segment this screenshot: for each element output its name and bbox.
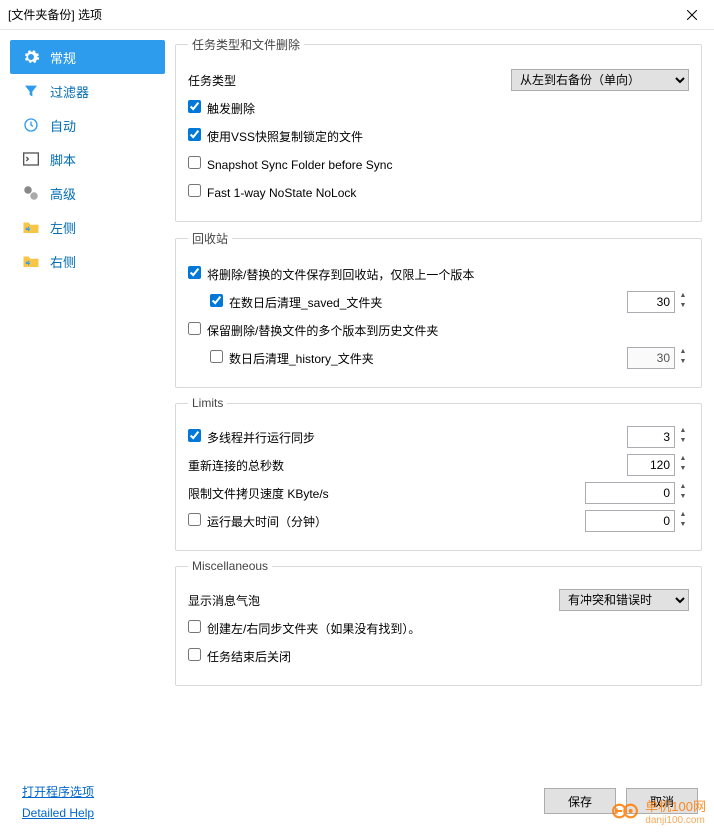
nav-label: 高级 [50, 184, 76, 203]
section-legend: Miscellaneous [188, 559, 272, 573]
close-icon [687, 10, 697, 20]
link-program-options[interactable]: 打开程序选项 [22, 783, 94, 800]
input-maxtime[interactable] [585, 510, 675, 532]
cb-fast1way[interactable]: Fast 1-way NoState NoLock [188, 184, 356, 200]
spin-up[interactable]: ▲ [677, 483, 689, 493]
nav-filter[interactable]: 过滤器 [10, 74, 165, 108]
cb-keep-history[interactable]: 保留删除/替换文件的多个版本到历史文件夹 [188, 322, 438, 339]
section-legend: 回收站 [188, 230, 232, 247]
nav-advanced[interactable]: 高级 [10, 176, 165, 210]
titlebar: [文件夹备份] 选项 [0, 0, 714, 30]
spin-up[interactable]: ▲ [677, 292, 689, 302]
input-threads[interactable] [627, 426, 675, 448]
spin-down[interactable]: ▼ [677, 302, 689, 312]
cb-clean-history[interactable]: 数日后清理_history_文件夹 [210, 350, 627, 367]
spin-up[interactable]: ▲ [677, 427, 689, 437]
section-task: 任务类型和文件删除 任务类型 从左到右备份（单向） 触发删除 使用VSS快照复制… [175, 36, 702, 222]
input-history-days [627, 347, 675, 369]
clock-icon [22, 116, 40, 134]
cb-threads[interactable]: 多线程并行运行同步 [188, 429, 627, 446]
nav-auto[interactable]: 自动 [10, 108, 165, 142]
section-legend: 任务类型和文件删除 [188, 36, 304, 53]
spin-down[interactable]: ▼ [677, 493, 689, 503]
spin-down[interactable]: ▼ [677, 521, 689, 531]
content-pane: 任务类型和文件删除 任务类型 从左到右备份（单向） 触发删除 使用VSS快照复制… [165, 36, 704, 780]
cb-snapshot[interactable]: Snapshot Sync Folder before Sync [188, 156, 392, 172]
save-button[interactable]: 保存 [544, 788, 616, 814]
spin-down[interactable]: ▼ [677, 465, 689, 475]
input-saved-days[interactable] [627, 291, 675, 313]
nav-label: 常规 [50, 48, 76, 67]
sidebar: 常规 过滤器 自动 脚本 高级 左侧 右侧 [0, 36, 165, 780]
gear-icon [22, 48, 40, 66]
cancel-button[interactable]: 取消 [626, 788, 698, 814]
cb-create-folders[interactable]: 创建左/右同步文件夹（如果没有找到）。 [188, 620, 420, 637]
spin-up[interactable]: ▲ [677, 455, 689, 465]
spin-up[interactable]: ▲ [677, 511, 689, 521]
section-limits: Limits 多线程并行运行同步 ▲▼ 重新连接的总秒数 ▲▼ 限制文件拷贝速度… [175, 396, 702, 551]
footer: 打开程序选项 Detailed Help 保存 取消 [0, 780, 714, 832]
cb-close-after[interactable]: 任务结束后关闭 [188, 648, 291, 665]
cb-clean-saved[interactable]: 在数日后清理_saved_文件夹 [210, 294, 627, 311]
input-reconnect[interactable] [627, 454, 675, 476]
label-speed: 限制文件拷贝速度 KByte/s [188, 485, 585, 502]
nav-label: 右侧 [50, 252, 76, 271]
nav-label: 过滤器 [50, 82, 89, 101]
spin-down[interactable]: ▼ [677, 437, 689, 447]
balloon-select[interactable]: 有冲突和错误时 [559, 589, 689, 611]
section-legend: Limits [188, 396, 227, 410]
cb-maxtime[interactable]: 运行最大时间（分钟） [188, 513, 585, 530]
nav-general[interactable]: 常规 [10, 40, 165, 74]
cb-save-replaced[interactable]: 将删除/替换的文件保存到回收站，仅限上一个版本 [188, 266, 474, 283]
label-reconnect: 重新连接的总秒数 [188, 457, 627, 474]
spin-down[interactable]: ▼ [677, 358, 689, 368]
nav-left[interactable]: 左侧 [10, 210, 165, 244]
nav-label: 左侧 [50, 218, 76, 237]
nav-label: 脚本 [50, 150, 76, 169]
folder-right-icon [22, 252, 40, 270]
close-button[interactable] [669, 0, 714, 30]
terminal-icon [22, 150, 40, 168]
cb-vss[interactable]: 使用VSS快照复制锁定的文件 [188, 128, 363, 145]
folder-left-icon [22, 218, 40, 236]
input-speed[interactable] [585, 482, 675, 504]
cb-trigger-delete[interactable]: 触发删除 [188, 100, 255, 117]
section-recycle: 回收站 将删除/替换的文件保存到回收站，仅限上一个版本 在数日后清理_saved… [175, 230, 702, 388]
nav-right[interactable]: 右侧 [10, 244, 165, 278]
funnel-icon [22, 82, 40, 100]
nav-label: 自动 [50, 116, 76, 135]
task-type-select[interactable]: 从左到右备份（单向） [511, 69, 689, 91]
window-title: [文件夹备份] 选项 [8, 6, 102, 23]
spin-up[interactable]: ▲ [677, 348, 689, 358]
section-misc: Miscellaneous 显示消息气泡 有冲突和错误时 创建左/右同步文件夹（… [175, 559, 702, 686]
gears-icon [22, 184, 40, 202]
label-balloon: 显示消息气泡 [188, 592, 559, 609]
link-detailed-help[interactable]: Detailed Help [22, 806, 94, 820]
nav-script[interactable]: 脚本 [10, 142, 165, 176]
task-type-label: 任务类型 [188, 72, 511, 89]
